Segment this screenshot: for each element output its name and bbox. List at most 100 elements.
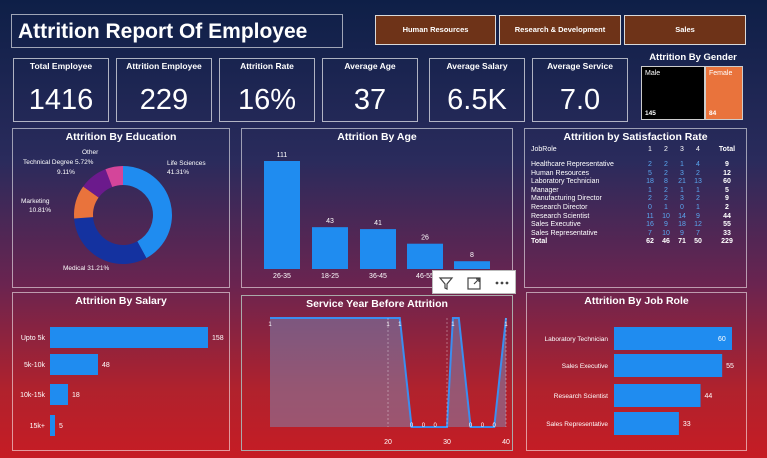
kpi-attrition-rate: Attrition Rate 16% xyxy=(219,58,315,122)
table-cell-label: Sales Executive xyxy=(531,221,581,229)
kpi-attrition-employee: Attrition Employee 229 xyxy=(116,58,212,122)
nav-button-research-development[interactable]: Research & Development xyxy=(499,15,621,45)
more-options-icon[interactable] xyxy=(494,275,510,291)
service-tick-label: 20 xyxy=(384,439,392,446)
education-donut-chart[interactable]: Life Sciences 41.31% Medical 31.21% Mark… xyxy=(13,129,231,289)
table-cell: 21 xyxy=(678,178,686,186)
service-area-chart[interactable]: 20 30 401 1 10 0 010 0 01 xyxy=(242,296,514,452)
age-bar-chart[interactable]: 11126-354318-254136-452646-55855+ xyxy=(242,129,514,289)
table-cell: 2 xyxy=(648,161,652,168)
service-point-label: 1 xyxy=(504,322,508,328)
jobrole-bar xyxy=(614,354,723,377)
age-tick-label: 36-45 xyxy=(369,273,387,280)
page-title: Attrition Report Of Employee xyxy=(18,20,308,43)
age-tick-label: 26-35 xyxy=(273,273,291,280)
kpi-total-employee: Total Employee 1416 xyxy=(13,58,109,122)
table-cell: 10 xyxy=(662,212,670,220)
table-header[interactable]: JobRole 1 2 3 4 Total xyxy=(531,146,743,155)
kpi-value: 229 xyxy=(139,84,189,116)
visual-toolbar xyxy=(432,270,516,294)
gender-title: Attrition By Gender xyxy=(649,52,737,63)
filter-icon[interactable] xyxy=(438,275,454,291)
kpi-value: 37 xyxy=(353,84,387,116)
jobrole-tick-label: Laboratory Technician xyxy=(545,336,609,343)
service-panel: Service Year Before Attrition 20 30 40 1 1 1 0… xyxy=(241,295,513,451)
table-cell: 4 xyxy=(696,146,700,153)
table-cell: 5 xyxy=(725,186,729,194)
table-cell: 8 xyxy=(664,178,668,186)
gender-female-block[interactable]: Female 84 xyxy=(705,66,743,120)
age-panel: Attrition By Age 111 26-35 43 18-25 41 36-45 2… xyxy=(241,128,513,288)
table-cell-label: Research Director xyxy=(531,204,588,211)
age-tick-label: 18-25 xyxy=(321,273,339,280)
kpi-average-service: Average Service 7.0 xyxy=(532,58,628,122)
table-cell: 2 xyxy=(725,204,729,211)
education-panel: Attrition By Education Life Sciences 41.… xyxy=(12,128,230,288)
table-cell: 12 xyxy=(694,221,702,229)
salary-bar-value: 48 xyxy=(102,362,110,369)
kpi-average-salary: Average Salary 6.5K xyxy=(429,58,525,122)
jobrole-bar-chart[interactable]: 60 Laboratory Technician 55 Sales Executive… xyxy=(527,293,748,452)
table-cell: 1 xyxy=(680,161,684,168)
table-cell: 0 xyxy=(680,204,684,211)
salary-panel: Attrition By Salary 158 Upto 5k 48 5k-10k 18… xyxy=(12,292,230,451)
jobrole-bar xyxy=(614,384,701,407)
age-bar xyxy=(454,261,490,269)
table-cell: 2 xyxy=(664,195,668,203)
jobrole-bar-value: 55 xyxy=(726,363,734,370)
table-cell: 3 xyxy=(680,195,684,203)
table-cell: 1 xyxy=(680,186,684,194)
age-bar-value: 8 xyxy=(470,252,474,259)
kpi-value: 6.5K xyxy=(447,84,507,116)
table-cell-label: Research Scientist xyxy=(531,212,590,220)
table-cell: 46 xyxy=(662,238,670,246)
salary-bar-value: 18 xyxy=(72,392,80,399)
age-bar xyxy=(264,161,300,269)
table-cell-label: Human Resources xyxy=(531,169,589,177)
salary-bar-chart[interactable]: 158 Upto 5k 48 5k-10k 18 10k-15k 5 15k+ xyxy=(13,293,231,452)
salary-tick-label: Upto 5k xyxy=(21,335,46,342)
table-total-row[interactable]: Total 62 46 71 50 229 xyxy=(531,238,743,247)
jobrole-panel: Attrition By Job Role 60 Laboratory Techn… xyxy=(526,292,747,451)
kpi-value: 1416 xyxy=(28,84,94,116)
table-cell: Total xyxy=(718,146,736,153)
table-cell: 3 xyxy=(680,169,684,177)
gender-male-block[interactable]: Male 145 xyxy=(641,66,705,120)
education-label-technical: Technical Degree 5.72% xyxy=(23,159,94,166)
jobrole-tick-label: Sales Representative xyxy=(546,421,608,428)
satisfaction-panel: Attrition by Satisfaction Rate JobRole 1 2… xyxy=(524,128,747,288)
salary-bar-value: 5 xyxy=(59,423,63,430)
table-cell-label: Manager xyxy=(531,186,559,194)
salary-tick-label: 5k-10k xyxy=(24,362,46,369)
kpi-average-age: Average Age 37 xyxy=(322,58,418,122)
kpi-label: Average Age xyxy=(344,61,396,71)
table-cell: 3 xyxy=(680,146,684,153)
focus-mode-icon[interactable] xyxy=(466,275,482,291)
table-cell: 44 xyxy=(723,212,731,220)
nav-button-sales[interactable]: Sales xyxy=(624,15,746,45)
education-label-life: Life Sciences xyxy=(167,160,206,167)
table-cell: 13 xyxy=(694,178,702,186)
table-cell: 1 xyxy=(664,204,668,211)
table-cell-label: Laboratory Technician xyxy=(531,178,600,186)
jobrole-bar xyxy=(614,327,732,350)
age-bar-value: 111 xyxy=(277,152,288,159)
jobrole-bar-value: 44 xyxy=(705,393,713,400)
nav-button-human-resources[interactable]: Human Resources xyxy=(375,15,496,45)
table-cell: 55 xyxy=(723,221,731,229)
kpi-label: Attrition Rate xyxy=(240,61,294,71)
kpi-label: Attrition Employee xyxy=(126,61,202,71)
table-cell: 2 xyxy=(664,186,668,194)
table-cell: 9 xyxy=(725,161,729,168)
table-cell: 60 xyxy=(723,178,731,186)
education-label-other: Other xyxy=(82,149,99,156)
jobrole-tick-label: Sales Executive xyxy=(562,363,609,370)
education-label-life-pct: 41.31% xyxy=(167,169,189,176)
salary-tick-label: 10k-15k xyxy=(20,392,45,399)
table-cell: 1 xyxy=(696,204,700,211)
table-cell: 5 xyxy=(648,169,652,177)
gender-female-label: Female xyxy=(709,70,733,77)
gender-male-label: Male xyxy=(645,70,661,77)
table-cell: 2 xyxy=(696,169,700,177)
table-cell-label: Sales Representative xyxy=(531,229,598,237)
